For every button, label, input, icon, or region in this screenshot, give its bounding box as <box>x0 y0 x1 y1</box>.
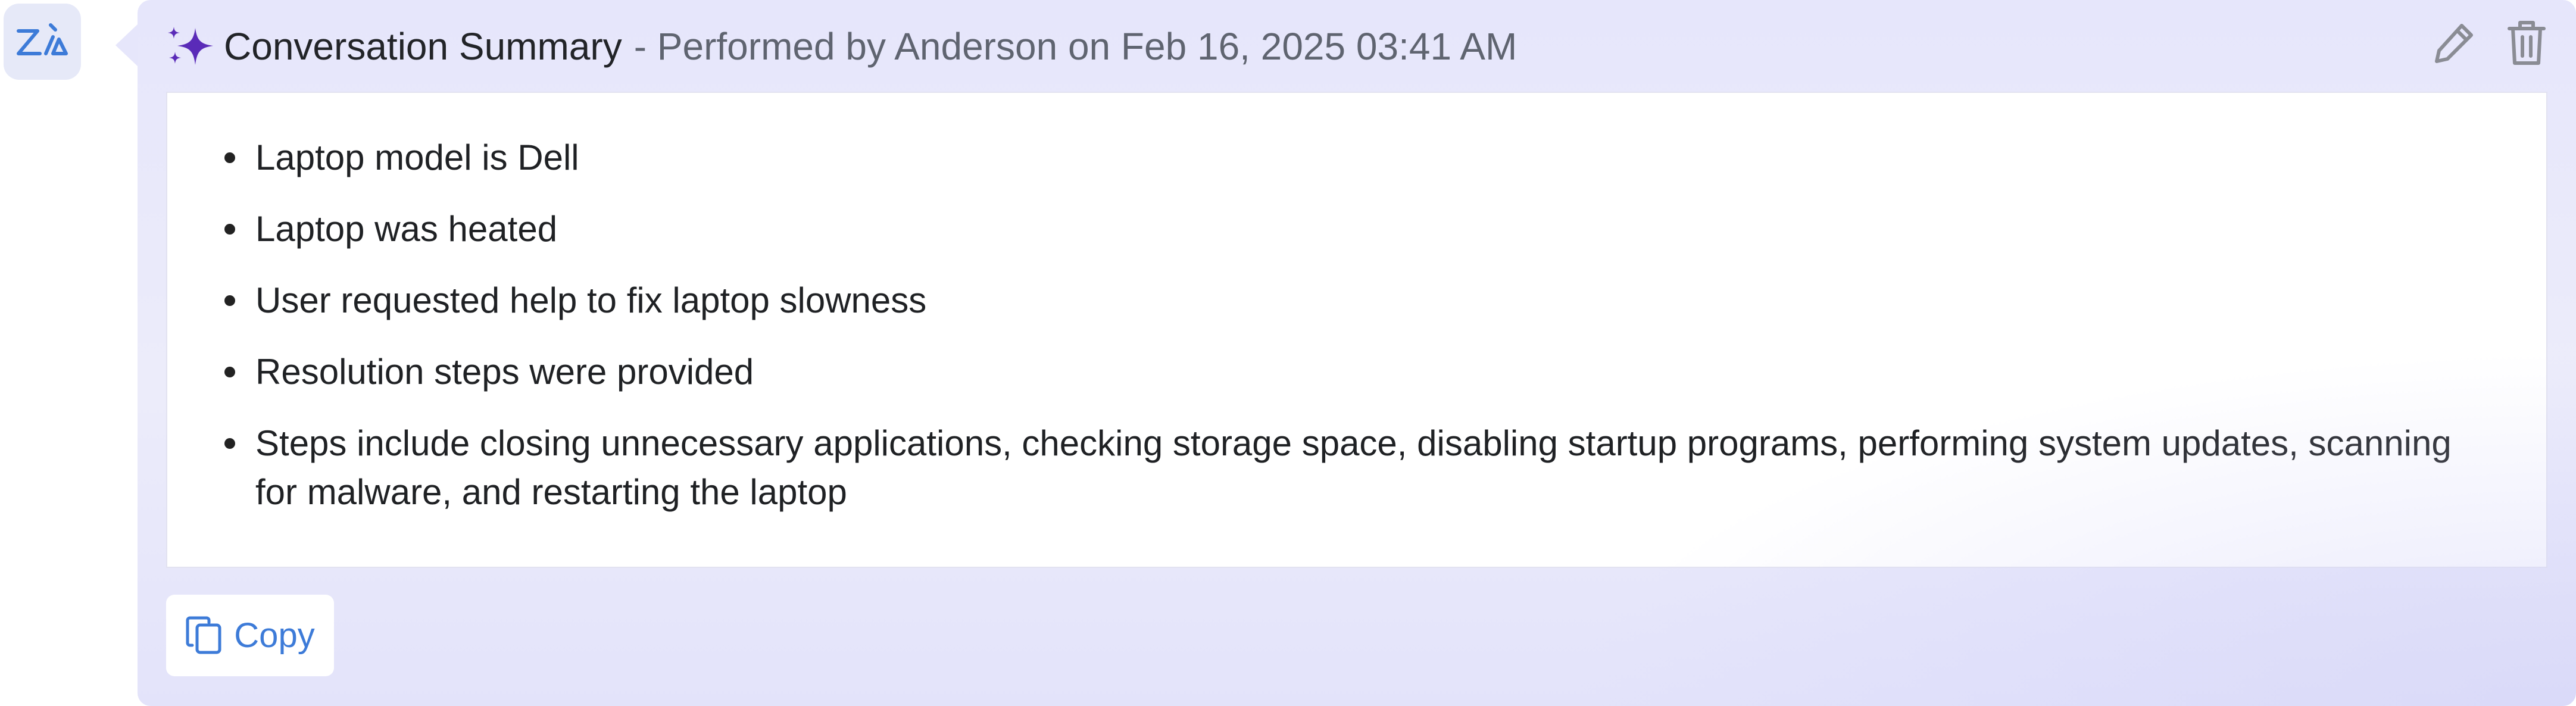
summary-list: Laptop model is Dell Laptop was heated U… <box>167 93 2546 517</box>
summary-item: Laptop was heated <box>224 205 2458 254</box>
summary-item: Steps include closing unnecessary applic… <box>224 419 2458 517</box>
sparkle-icon <box>168 27 213 65</box>
summary-content: Laptop model is Dell Laptop was heated U… <box>166 92 2547 568</box>
summary-title: Conversation Summary <box>224 25 622 68</box>
pencil-icon <box>2435 24 2473 63</box>
summary-header: Conversation Summary - Performed by Ande… <box>164 17 1517 76</box>
conversation-summary-message: Conversation Summary - Performed by Ande… <box>0 0 2576 706</box>
copy-label: Copy <box>234 616 315 655</box>
zia-avatar <box>4 4 81 80</box>
copy-button[interactable]: Copy <box>166 595 334 676</box>
summary-item: Laptop model is Dell <box>224 133 2458 182</box>
delete-button[interactable] <box>2507 19 2546 67</box>
summary-meta: - Performed by Anderson on Feb 16, 2025 … <box>633 25 1518 68</box>
edit-button[interactable] <box>2432 21 2476 65</box>
summary-item: User requested help to fix laptop slowne… <box>224 276 2458 325</box>
card-actions <box>2432 19 2546 67</box>
copy-icon <box>186 616 221 654</box>
summary-item: Resolution steps were provided <box>224 348 2458 396</box>
summary-card: Conversation Summary - Performed by Ande… <box>138 0 2576 706</box>
zia-logo-icon <box>17 23 68 55</box>
trash-icon <box>2508 21 2546 65</box>
bubble-tail <box>115 24 138 67</box>
